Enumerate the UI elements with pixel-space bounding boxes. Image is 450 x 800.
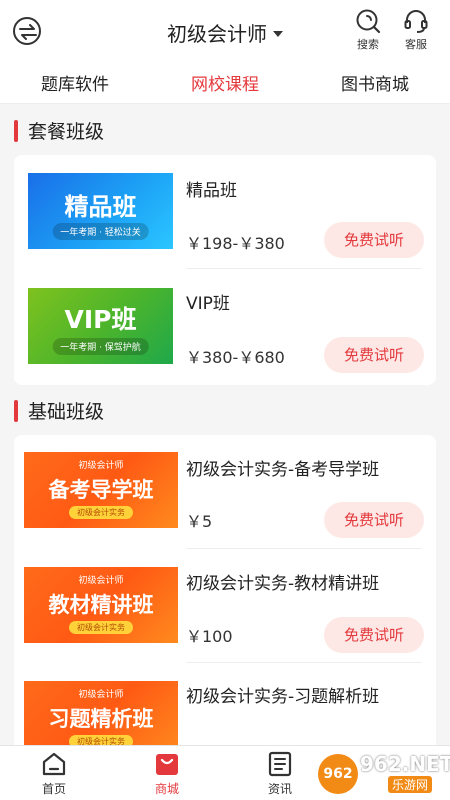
course-item[interactable]: 初级会计师 习题精析班 初级会计实务 初级会计实务-习题解析班 xyxy=(14,663,436,755)
watermark-subtext: 乐游网 xyxy=(388,776,433,793)
search-icon xyxy=(356,9,381,34)
top-bar: 初级会计师 搜索 客服 xyxy=(0,0,450,62)
section-title: 基础班级 xyxy=(28,401,105,423)
news-icon xyxy=(268,751,292,777)
thumbnail-title: 教材精讲班 xyxy=(48,593,154,617)
shop-bag-icon xyxy=(156,754,178,775)
watermark-text: 962.NET xyxy=(360,752,450,776)
nav-label: 首页 xyxy=(41,782,66,796)
search-button[interactable]: 搜索 xyxy=(348,8,388,52)
thumbnail-subtitle: 一年考期 · 轻松过关 xyxy=(52,223,149,240)
thumbnail-title: 习题精析班 xyxy=(48,707,154,731)
thumbnail-tag: 初级会计师 xyxy=(78,690,124,700)
thumbnail-subtitle: 一年考期 · 保驾护航 xyxy=(52,338,149,355)
course-item[interactable]: 初级会计师 教材精讲班 初级会计实务 初级会计实务-教材精讲班 ￥100 免费试… xyxy=(14,549,436,663)
thumbnail-title: 备考导学班 xyxy=(48,478,154,502)
course-item[interactable]: 精品班 一年考期 · 轻松过关 精品班 ￥198-￥380 免费试听 xyxy=(14,155,436,269)
headset-icon xyxy=(404,10,428,33)
basic-course-card: 初级会计师 备考导学班 初级会计实务 初级会计实务-备考导学班 ￥5 免费试听 … xyxy=(14,435,436,755)
nav-home[interactable]: 首页 xyxy=(24,751,84,797)
course-price: ￥198-￥380 xyxy=(186,234,285,253)
search-label: 搜索 xyxy=(357,38,379,51)
course-name: VIP班 xyxy=(186,294,230,314)
course-name: 初级会计实务-习题解析班 xyxy=(186,687,380,707)
thumbnail-tag: 初级会计师 xyxy=(78,461,124,471)
course-item[interactable]: 初级会计师 备考导学班 初级会计实务 初级会计实务-备考导学班 ￥5 免费试听 xyxy=(14,435,436,549)
thumbnail-tag: 初级会计师 xyxy=(78,576,124,586)
watermark-logo: 962 962.NET 乐游网 xyxy=(318,752,450,796)
tab-question-bank[interactable]: 题库软件 xyxy=(0,70,150,95)
course-price: ￥5 xyxy=(186,512,213,531)
tab-book-store[interactable]: 图书商城 xyxy=(300,70,450,95)
section-accent-bar xyxy=(14,120,18,142)
thumbnail-subtitle: 初级会计实务 xyxy=(69,621,133,634)
course-name: 初级会计实务-备考导学班 xyxy=(186,460,380,480)
nav-news[interactable]: 资讯 xyxy=(250,751,310,797)
package-course-card: 精品班 一年考期 · 轻松过关 精品班 ￥198-￥380 免费试听 VIP班 … xyxy=(14,155,436,385)
course-thumbnail: 初级会计师 习题精析班 初级会计实务 xyxy=(24,681,178,755)
course-price: ￥380-￥680 xyxy=(186,348,285,367)
course-thumbnail: 初级会计师 教材精讲班 初级会计实务 xyxy=(24,567,178,643)
nav-label: 商城 xyxy=(154,782,179,796)
course-thumbnail: VIP班 一年考期 · 保驾护航 xyxy=(28,288,173,364)
free-trial-button[interactable]: 免费试听 xyxy=(324,337,424,373)
course-name: 精品班 xyxy=(186,181,237,201)
course-price: ￥100 xyxy=(186,627,233,646)
service-label: 客服 xyxy=(405,38,427,51)
home-icon xyxy=(42,752,66,776)
course-thumbnail: 初级会计师 备考导学班 初级会计实务 xyxy=(24,452,178,528)
course-item[interactable]: VIP班 一年考期 · 保驾护航 VIP班 ￥380-￥680 免费试听 xyxy=(14,269,436,383)
course-name: 初级会计实务-教材精讲班 xyxy=(186,574,380,594)
course-thumbnail: 精品班 一年考期 · 轻松过关 xyxy=(28,173,173,249)
nav-shop[interactable]: 商城 xyxy=(137,751,197,797)
section-header-basic: 基础班级 xyxy=(0,385,450,435)
free-trial-button[interactable]: 免费试听 xyxy=(324,502,424,538)
page-title: 初级会计师 xyxy=(167,22,267,46)
section-accent-bar xyxy=(14,400,18,422)
section-title: 套餐班级 xyxy=(28,121,105,143)
caret-down-icon xyxy=(273,31,283,37)
tab-online-courses[interactable]: 网校课程 xyxy=(150,70,300,95)
thumbnail-title: VIP班 xyxy=(64,305,137,334)
watermark-badge: 962 xyxy=(318,754,358,794)
thumbnail-subtitle: 初级会计实务 xyxy=(69,506,133,519)
free-trial-button[interactable]: 免费试听 xyxy=(324,617,424,653)
customer-service-button[interactable]: 客服 xyxy=(396,8,436,52)
category-tabs: 题库软件 网校课程 图书商城 xyxy=(0,62,450,104)
free-trial-button[interactable]: 免费试听 xyxy=(324,222,424,258)
nav-label: 资讯 xyxy=(267,782,292,796)
thumbnail-title: 精品班 xyxy=(64,193,137,221)
section-header-package: 套餐班级 xyxy=(0,105,450,155)
